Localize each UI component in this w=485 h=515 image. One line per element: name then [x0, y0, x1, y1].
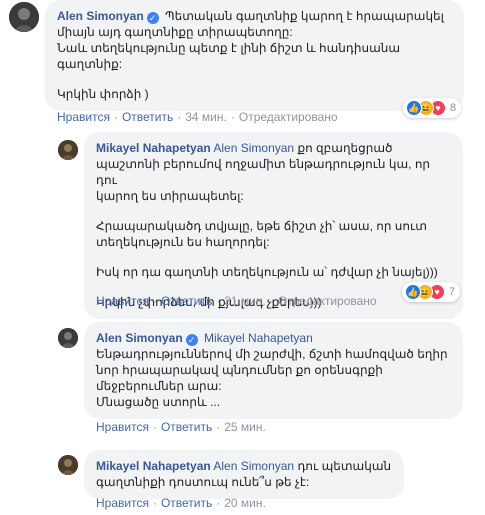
avatar-image-icon [58, 328, 78, 348]
avatar-image-icon [9, 2, 39, 32]
comment-text-line: Հրապարակածդ տվյալը, եթե ճիշտ չի՝ ասա, որ… [96, 219, 427, 233]
comment-text-line: Կրկին փորձի ) [57, 87, 149, 101]
comment-actions: Нравится · Ответить · 34 мин. · Отредактирован… [57, 110, 338, 124]
comment-text-line: նոր հրապարակավ պնդումներ քո օրենսգրքի [96, 363, 383, 377]
separator-dot: · [269, 294, 274, 308]
mention-link[interactable]: Alen Simonyan [213, 459, 294, 473]
edited-label[interactable]: Отредактировано [278, 294, 377, 308]
comment-actions: Нравится · Ответить · 20 мин. [96, 496, 266, 510]
comment-3: Alen Simonyan ✓ Mikayel Nahapetyan Ենթադր… [0, 322, 485, 434]
like-reaction-icon: 👍 [406, 100, 422, 116]
separator-dot: · [152, 294, 157, 308]
comment-bubble: Alen Simonyan ✓ Պետական գաղտնիք կարող է հ… [45, 0, 464, 111]
comment-bubble: Mikayel Nahapetyan Alen Simonyan դու պետ… [84, 450, 404, 499]
separator-dot: · [113, 110, 118, 124]
comment-text-line: կարող ես տիրապետել: [96, 189, 244, 203]
comment-text-line: մեջբերումներ արա: [96, 379, 222, 393]
comment-text-line: Պետական գաղտնիք կարող է հրապարակել [165, 9, 444, 23]
comment-text-line: Նաև տեղեկությունը պետք է լինի ճիշտ և հան… [57, 41, 401, 55]
comment-1: Alen Simonyan ✓ Պետական գաղտնիք կարող է հ… [0, 0, 485, 128]
like-link[interactable]: Нравится [96, 496, 149, 510]
reply-link[interactable]: Ответить [161, 496, 212, 510]
comment-text-line: գաղտնիքի դոստուպ ունե՞ս թե չէ: [96, 475, 310, 489]
comment-author[interactable]: Mikayel Nahapetyan [96, 141, 211, 155]
separator-dot: · [177, 110, 182, 124]
comment-text-line: միայն այդ գաղտնիքը տիրապետողը: [57, 25, 293, 39]
comment-author[interactable]: Mikayel Nahapetyan [96, 459, 211, 473]
reaction-summary[interactable]: 👍 😆 ♥ 7 [402, 282, 461, 302]
comment-text-line: գաղտնիք: [57, 57, 123, 71]
separator-dot: · [152, 496, 157, 510]
timestamp[interactable]: 20 мин. [224, 496, 266, 510]
reaction-count: 8 [450, 102, 457, 114]
avatar-image-icon [58, 140, 78, 160]
reply-link[interactable]: Ответить [161, 294, 212, 308]
separator-dot: · [216, 496, 221, 510]
avatar[interactable] [9, 2, 39, 32]
separator-dot: · [216, 420, 221, 434]
reaction-summary[interactable]: 👍 😆 ♥ 8 [403, 98, 462, 118]
reaction-count: 7 [449, 286, 456, 298]
comment-actions: Нравится · Ответить · 25 мин. [96, 420, 266, 434]
separator-dot: · [152, 420, 157, 434]
timestamp[interactable]: 34 мин. [185, 110, 227, 124]
comment-bubble: Alen Simonyan ✓ Mikayel Nahapetyan Ենթադր… [84, 322, 463, 419]
comment-text-line: քո զբաղեցրած [297, 141, 393, 155]
avatar[interactable] [58, 455, 78, 475]
timestamp[interactable]: 25 мин. [224, 420, 266, 434]
like-link[interactable]: Нравится [57, 110, 110, 124]
avatar-image-icon [58, 455, 78, 475]
comment-actions: Нравится · Ответить · 31 мин. · Отредактирован… [96, 294, 377, 308]
mention-link[interactable]: Alen Simonyan [213, 141, 294, 155]
comment-text-line: տեղեկություն ես հաղորդել: [96, 235, 270, 249]
comment-2: Mikayel Nahapetyan Alen Simonyan քո զբաղ… [0, 132, 485, 319]
comment-text-line: Ենթադրություններով մի շարժվի, ճշտի համոզ… [96, 347, 448, 361]
mention-link[interactable]: Mikayel Nahapetyan [204, 331, 313, 345]
reply-link[interactable]: Ответить [161, 420, 212, 434]
like-link[interactable]: Нравится [96, 294, 149, 308]
comment-text-line: դու պետական [297, 459, 392, 473]
comment-text-line: պաշտոնի բերումով ողջամիտ ենթադրություն կ… [96, 157, 431, 187]
comment-text-line: Իսկ որ դա գաղտնի տեղեկություն ա՝ դժվար չ… [96, 265, 438, 279]
timestamp[interactable]: 31 мин. [224, 294, 266, 308]
comment-author[interactable]: Alen Simonyan [96, 331, 183, 345]
comment-author[interactable]: Alen Simonyan [57, 9, 144, 23]
edited-label[interactable]: Отредактировано [239, 110, 338, 124]
verified-badge-icon: ✓ [185, 334, 198, 346]
comment-text-line[interactable]: Մնացածը ստորև ... [96, 394, 451, 410]
verified-badge-icon: ✓ [146, 12, 159, 24]
avatar[interactable] [58, 328, 78, 348]
like-link[interactable]: Нравится [96, 420, 149, 434]
reply-link[interactable]: Ответить [122, 110, 173, 124]
separator-dot: · [230, 110, 235, 124]
avatar[interactable] [58, 140, 78, 160]
comment-4: Mikayel Nahapetyan Alen Simonyan դու պետ… [0, 450, 485, 515]
separator-dot: · [216, 294, 221, 308]
like-reaction-icon: 👍 [405, 284, 421, 300]
